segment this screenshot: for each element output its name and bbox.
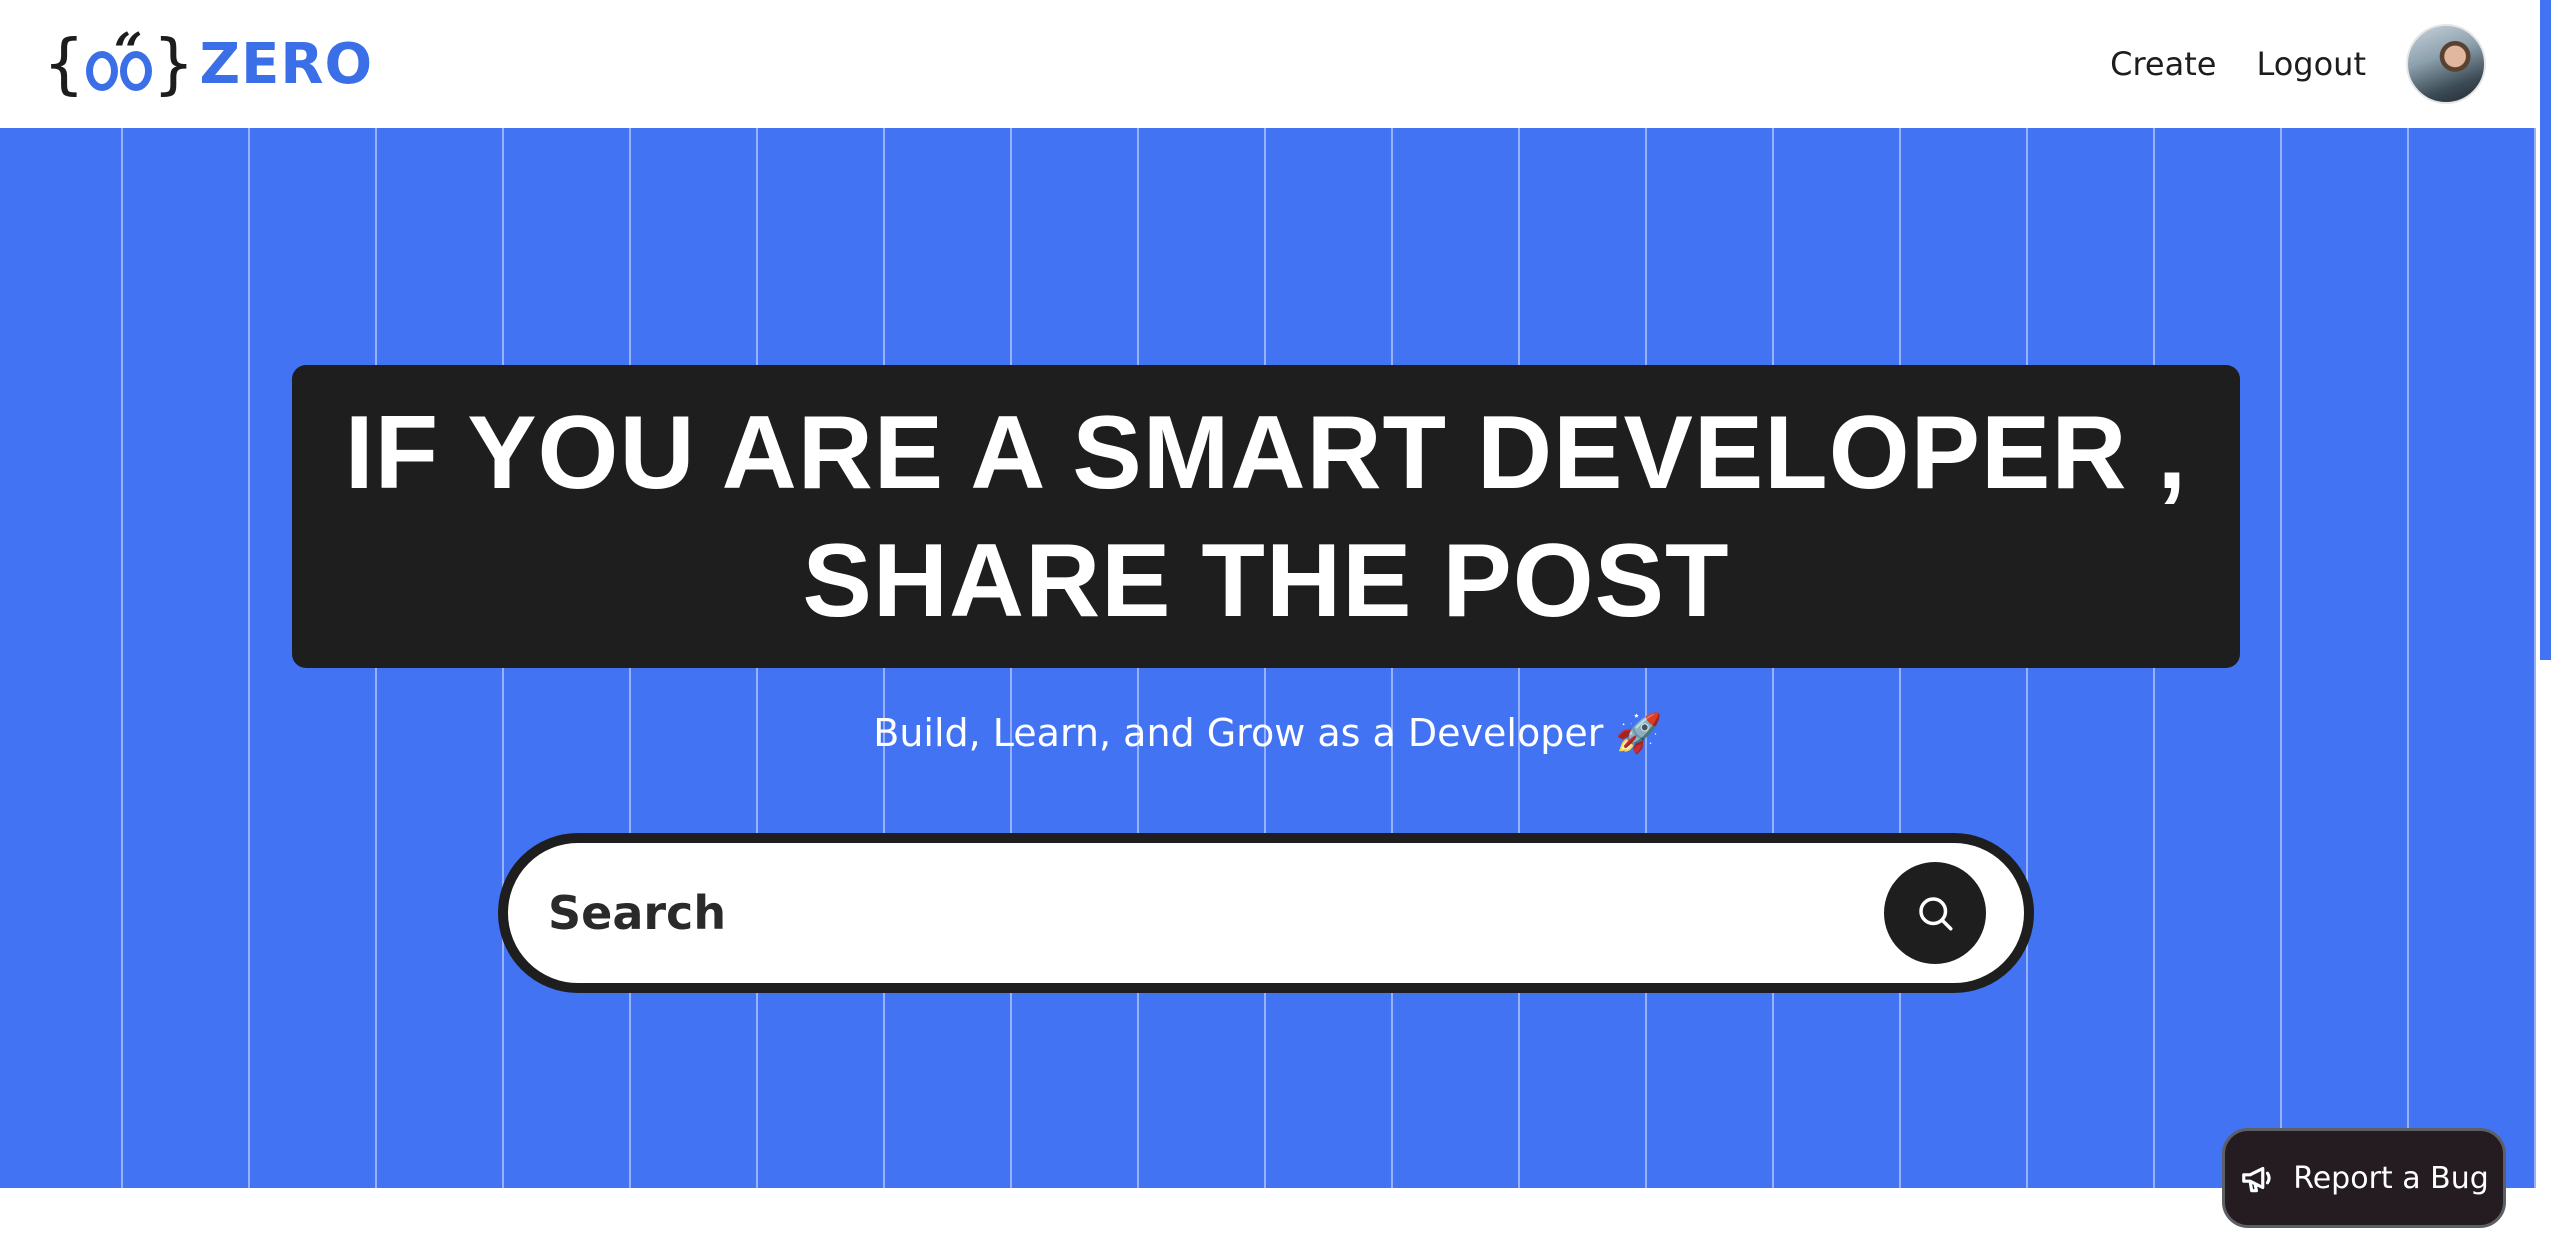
user-avatar[interactable] xyxy=(2406,24,2486,104)
search-icon xyxy=(1919,897,1953,931)
report-bug-label: Report a Bug xyxy=(2293,1160,2489,1196)
logo-brace-left: { xyxy=(44,25,84,102)
scrollbar-thumb[interactable] xyxy=(2540,0,2551,660)
logo-eyes-mark: “ xyxy=(85,21,152,91)
megaphone-icon xyxy=(2242,1166,2271,1193)
nav-create-link[interactable]: Create xyxy=(2110,45,2216,83)
nav-logout-link[interactable]: Logout xyxy=(2256,45,2366,83)
top-navbar: { “ } ZERO Create Logout xyxy=(0,0,2536,128)
site-logo[interactable]: { “ } ZERO xyxy=(44,21,374,106)
hero-headline-line-1: IF YOU ARE A SMART DEVELOPER , xyxy=(344,394,2188,511)
logo-wordmark: ZERO xyxy=(199,31,374,97)
report-bug-button[interactable]: Report a Bug xyxy=(2222,1128,2506,1228)
search-bar xyxy=(498,833,2034,993)
search-input[interactable] xyxy=(548,863,1848,963)
hero-headline-line-2: SHARE THE POST xyxy=(802,522,1730,639)
main-nav: Create Logout xyxy=(2110,0,2486,128)
headline-banner: IF YOU ARE A SMART DEVELOPER , SHARE THE… xyxy=(292,365,2240,668)
page-scrollbar[interactable] xyxy=(2536,0,2551,1244)
hero-headline: IF YOU ARE A SMART DEVELOPER , SHARE THE… xyxy=(345,389,2187,645)
hero-section: IF YOU ARE A SMART DEVELOPER , SHARE THE… xyxy=(0,128,2536,1188)
search-button[interactable] xyxy=(1884,862,1986,964)
logo-quote-mark: “ xyxy=(113,21,143,80)
logo-brace-right: } xyxy=(153,25,194,102)
hero-tagline: Build, Learn, and Grow as a Developer 🚀 xyxy=(873,711,1663,755)
